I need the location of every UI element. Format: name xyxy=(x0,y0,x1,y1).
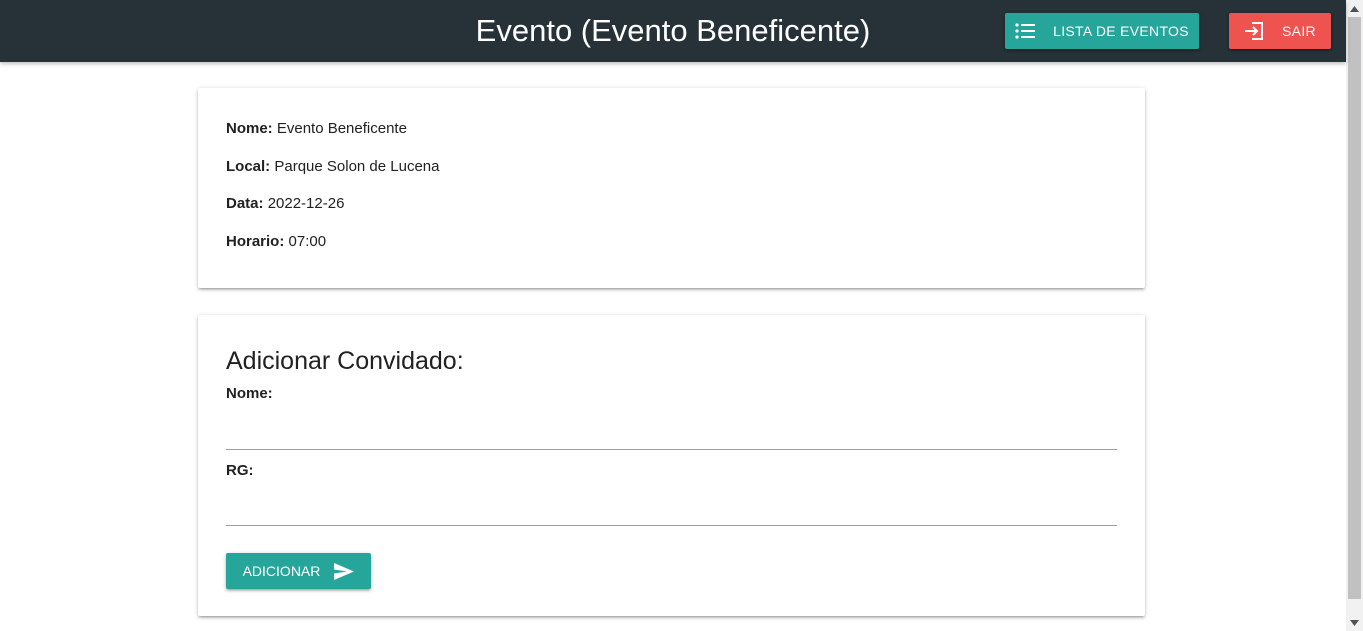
event-date-value: 2022-12-26 xyxy=(267,195,345,212)
event-local-label: Local: xyxy=(226,158,271,175)
app-viewport: Evento (Evento Beneficente) LISTA DE EVE… xyxy=(0,0,1363,631)
top-nav-bar: Evento (Evento Beneficente) LISTA DE EVE… xyxy=(0,0,1346,62)
event-name-row: Nome: Evento Beneficente xyxy=(226,119,407,139)
scrollbar-thumb[interactable] xyxy=(1348,17,1361,599)
guest-rg-input[interactable] xyxy=(226,492,1117,526)
add-guest-button[interactable]: ADICIONAR xyxy=(226,553,371,589)
guest-name-label: Nome: xyxy=(226,385,273,402)
scroll-up-arrow-icon[interactable] xyxy=(1346,0,1363,17)
exit-button[interactable]: SAIR xyxy=(1229,13,1331,49)
scroll-down-arrow-icon[interactable] xyxy=(1346,614,1363,631)
event-time-row: Horario: 07:00 xyxy=(226,232,326,252)
event-details-card: Nome: Evento Beneficente Local: Parque S… xyxy=(198,88,1145,288)
event-date-label: Data: xyxy=(226,195,264,212)
event-time-label: Horario: xyxy=(226,233,285,250)
guest-rg-label: RG: xyxy=(226,462,254,479)
event-list-button-label: LISTA DE EVENTOS xyxy=(1053,23,1189,39)
list-icon xyxy=(1015,23,1036,39)
add-guest-title: Adicionar Convidado: xyxy=(226,347,464,375)
add-guest-button-label: ADICIONAR xyxy=(242,563,321,579)
vertical-scrollbar[interactable] xyxy=(1346,0,1363,631)
event-list-button[interactable]: LISTA DE EVENTOS xyxy=(1005,13,1199,49)
exit-icon xyxy=(1244,22,1264,40)
event-name-label: Nome: xyxy=(226,120,273,137)
exit-button-label: SAIR xyxy=(1282,23,1316,39)
event-local-row: Local: Parque Solon de Lucena xyxy=(226,157,440,177)
add-guest-card: Adicionar Convidado: Nome: RG: ADICIONAR xyxy=(198,315,1145,616)
guest-name-input[interactable] xyxy=(226,416,1117,450)
event-time-value: 07:00 xyxy=(288,233,327,250)
send-icon xyxy=(334,562,355,580)
event-local-value: Parque Solon de Lucena xyxy=(274,158,440,175)
event-date-row: Data: 2022-12-26 xyxy=(226,194,344,214)
event-name-value: Evento Beneficente xyxy=(276,120,407,137)
